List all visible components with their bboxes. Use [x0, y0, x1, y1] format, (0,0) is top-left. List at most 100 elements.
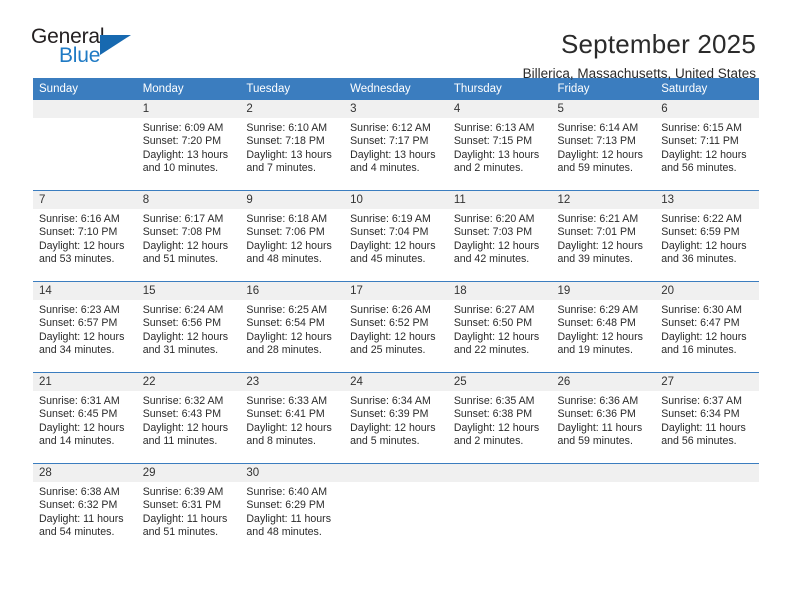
day-number: 7	[33, 191, 137, 209]
sunrise-text: Sunrise: 6:23 AM	[39, 304, 120, 316]
daylight-text: Daylight: 13 hours	[350, 148, 436, 161]
day-cell[interactable]: 21 Sunrise: 6:31 AM Sunset: 6:45 PM Dayligh…	[33, 373, 137, 463]
day-number: 5	[551, 100, 656, 118]
daylight-text: and 16 minutes.	[661, 344, 737, 357]
day-sun-info: Sunrise: 6:37 AM Sunset: 6:34 PM Daylight:…	[655, 391, 759, 449]
sunrise-text: Sunrise: 6:39 AM	[142, 486, 224, 498]
daylight-text: Daylight: 11 hours	[39, 512, 124, 525]
sunset-text: Sunset: 7:18 PM	[246, 135, 325, 148]
day-cell[interactable]: 14 Sunrise: 6:23 AM Sunset: 6:57 PM Dayligh…	[33, 282, 137, 372]
day-sun-info: Sunrise: 6:36 AM Sunset: 6:36 PM Daylight:…	[552, 391, 656, 449]
daylight-text: and 51 minutes.	[142, 526, 219, 539]
sunset-text: Sunset: 6:41 PM	[246, 408, 325, 421]
sunrise-text: Sunrise: 6:15 AM	[661, 122, 742, 134]
general-blue-logo[interactable]: General Blue	[31, 26, 137, 72]
day-cell[interactable]: 17 Sunrise: 6:26 AM Sunset: 6:52 PM Dayligh…	[344, 282, 448, 372]
day-number: 3	[344, 100, 448, 118]
day-cell[interactable]: 13 Sunrise: 6:22 AM Sunset: 6:59 PM Dayligh…	[655, 191, 759, 281]
day-sun-info: Sunrise: 6:21 AM Sunset: 7:01 PM Daylight:…	[552, 209, 656, 267]
day-cell[interactable]: 30 Sunrise: 6:40 AM Sunset: 6:29 PM Dayligh…	[240, 464, 345, 554]
day-cell[interactable]: 8 Sunrise: 6:17 AM Sunset: 7:08 PM Daylight…	[136, 191, 241, 281]
sunset-text: Sunset: 6:31 PM	[142, 499, 222, 512]
day-cell[interactable]: 28 Sunrise: 6:38 AM Sunset: 6:32 PM Dayligh…	[33, 464, 137, 554]
sunset-text: Sunset: 7:06 PM	[246, 226, 325, 239]
day-sun-info: Sunrise: 6:39 AM Sunset: 6:31 PM Daylight:…	[137, 482, 241, 540]
weekday-header-tuesday: Tuesday	[240, 78, 345, 100]
day-cell-empty	[33, 100, 137, 190]
page-title: September 2025	[560, 29, 756, 59]
day-sun-info: Sunrise: 6:32 AM Sunset: 6:43 PM Daylight:…	[137, 391, 241, 449]
page-header: General Blue September 2025 Billerica, M…	[0, 0, 792, 81]
day-cell[interactable]: 19 Sunrise: 6:29 AM Sunset: 6:48 PM Dayligh…	[551, 282, 656, 372]
day-cell[interactable]: 24 Sunrise: 6:34 AM Sunset: 6:39 PM Dayligh…	[344, 373, 448, 463]
daylight-text: Daylight: 12 hours	[661, 148, 747, 161]
daylight-text: Daylight: 13 hours	[246, 148, 332, 161]
day-sun-info: Sunrise: 6:24 AM Sunset: 6:56 PM Daylight:…	[137, 300, 241, 358]
sunset-text: Sunset: 7:13 PM	[557, 135, 636, 148]
day-cell[interactable]: 2 Sunrise: 6:10 AM Sunset: 7:18 PM Daylight…	[240, 100, 345, 190]
day-cell[interactable]: 5 Sunrise: 6:14 AM Sunset: 7:13 PM Daylight…	[551, 100, 656, 190]
day-sun-info: Sunrise: 6:10 AM Sunset: 7:18 PM Daylight:…	[240, 118, 344, 176]
day-cell[interactable]: 7 Sunrise: 6:16 AM Sunset: 7:10 PM Daylight…	[33, 191, 137, 281]
sunrise-text: Sunrise: 6:31 AM	[39, 395, 120, 407]
daylight-text: Daylight: 12 hours	[246, 330, 332, 343]
sunset-text: Sunset: 7:10 PM	[39, 226, 118, 239]
sunrise-text: Sunrise: 6:14 AM	[557, 122, 639, 134]
day-number: 27	[655, 373, 759, 391]
sunset-text: Sunset: 7:15 PM	[453, 135, 533, 148]
day-cell[interactable]: 16 Sunrise: 6:25 AM Sunset: 6:54 PM Dayligh…	[240, 282, 345, 372]
daylight-text: Daylight: 13 hours	[453, 148, 540, 161]
sunrise-text: Sunrise: 6:32 AM	[142, 395, 224, 407]
calendar-week-row: 1 Sunrise: 6:09 AM Sunset: 7:20 PM Daylight…	[33, 100, 759, 191]
day-cell[interactable]: 3 Sunrise: 6:12 AM Sunset: 7:17 PM Daylight…	[344, 100, 448, 190]
day-cell[interactable]: 20 Sunrise: 6:30 AM Sunset: 6:47 PM Dayligh…	[655, 282, 759, 372]
daylight-text: and 56 minutes.	[661, 435, 737, 448]
sunset-text: Sunset: 6:39 PM	[350, 408, 429, 421]
day-number: 4	[447, 100, 552, 118]
sunrise-text: Sunrise: 6:38 AM	[39, 486, 120, 498]
day-cell[interactable]: 29 Sunrise: 6:39 AM Sunset: 6:31 PM Dayligh…	[136, 464, 241, 554]
day-cell[interactable]: 6 Sunrise: 6:15 AM Sunset: 7:11 PM Daylight…	[655, 100, 759, 190]
day-cell[interactable]: 22 Sunrise: 6:32 AM Sunset: 6:43 PM Dayligh…	[136, 373, 241, 463]
day-cell[interactable]: 15 Sunrise: 6:24 AM Sunset: 6:56 PM Dayligh…	[136, 282, 241, 372]
day-cell[interactable]: 11 Sunrise: 6:20 AM Sunset: 7:03 PM Dayligh…	[447, 191, 552, 281]
day-cell[interactable]: 23 Sunrise: 6:33 AM Sunset: 6:41 PM Dayligh…	[240, 373, 345, 463]
sunrise-text: Sunrise: 6:40 AM	[246, 486, 328, 498]
day-cell[interactable]: 4 Sunrise: 6:13 AM Sunset: 7:15 PM Daylight…	[447, 100, 552, 190]
day-cell[interactable]: 12 Sunrise: 6:21 AM Sunset: 7:01 PM Dayligh…	[551, 191, 656, 281]
day-cell[interactable]: 27 Sunrise: 6:37 AM Sunset: 6:34 PM Dayligh…	[655, 373, 759, 463]
day-cell-empty	[447, 464, 552, 554]
logo-text-blue: Blue	[59, 44, 101, 67]
day-cell[interactable]: 1 Sunrise: 6:09 AM Sunset: 7:20 PM Daylight…	[136, 100, 241, 190]
calendar-page: General Blue September 2025 Billerica, M…	[0, 0, 792, 612]
day-number: 30	[240, 464, 345, 482]
daylight-text: and 7 minutes.	[246, 162, 316, 175]
sunrise-text: Sunrise: 6:17 AM	[142, 213, 224, 225]
day-number: 2	[240, 100, 345, 118]
sunset-text: Sunset: 6:48 PM	[557, 317, 636, 330]
daylight-text: and 4 minutes.	[350, 162, 420, 175]
day-sun-info: Sunrise: 6:31 AM Sunset: 6:45 PM Daylight:…	[33, 391, 137, 449]
day-number: 1	[136, 100, 241, 118]
sunrise-text: Sunrise: 6:30 AM	[661, 304, 742, 316]
day-sun-info: Sunrise: 6:27 AM Sunset: 6:50 PM Daylight:…	[448, 300, 552, 358]
sunrise-text: Sunrise: 6:18 AM	[246, 213, 328, 225]
day-cell[interactable]: 26 Sunrise: 6:36 AM Sunset: 6:36 PM Dayligh…	[551, 373, 656, 463]
sunrise-text: Sunrise: 6:34 AM	[350, 395, 431, 407]
daylight-text: and 10 minutes.	[142, 162, 219, 175]
day-number: 23	[240, 373, 345, 391]
day-cell[interactable]: 25 Sunrise: 6:35 AM Sunset: 6:38 PM Dayligh…	[447, 373, 552, 463]
sunset-text: Sunset: 7:17 PM	[350, 135, 429, 148]
day-cell[interactable]: 9 Sunrise: 6:18 AM Sunset: 7:06 PM Daylight…	[240, 191, 345, 281]
day-sun-info: Sunrise: 6:25 AM Sunset: 6:54 PM Daylight:…	[240, 300, 344, 358]
daylight-text: Daylight: 12 hours	[557, 239, 643, 252]
day-cell[interactable]: 10 Sunrise: 6:19 AM Sunset: 7:04 PM Dayligh…	[344, 191, 448, 281]
daylight-text: and 19 minutes.	[557, 344, 633, 357]
sunrise-text: Sunrise: 6:25 AM	[246, 304, 328, 316]
calendar-week-row: 14 Sunrise: 6:23 AM Sunset: 6:57 PM Dayligh…	[33, 281, 759, 373]
day-number: 29	[136, 464, 241, 482]
daylight-text: and 31 minutes.	[142, 344, 219, 357]
day-cell[interactable]: 18 Sunrise: 6:27 AM Sunset: 6:50 PM Dayligh…	[447, 282, 552, 372]
daylight-text: and 54 minutes.	[39, 526, 115, 539]
sunrise-text: Sunrise: 6:35 AM	[453, 395, 535, 407]
